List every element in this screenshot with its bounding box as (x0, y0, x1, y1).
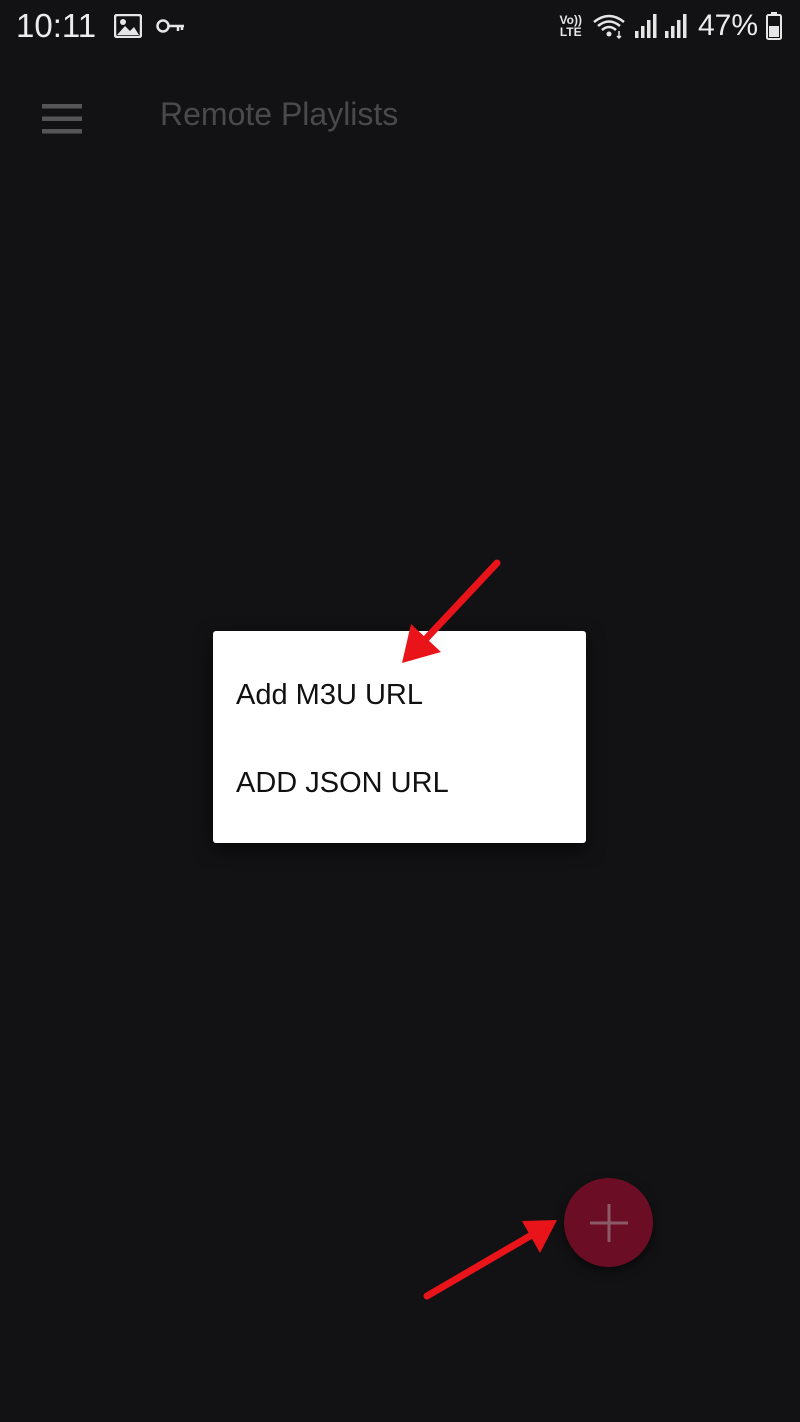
add-fab-button[interactable] (564, 1178, 653, 1267)
battery-icon (766, 12, 782, 40)
signal-icon-2 (664, 13, 688, 39)
wifi-icon (592, 13, 626, 39)
vpn-key-icon (156, 17, 186, 35)
status-left: 10:11 (16, 7, 200, 45)
plus-icon (589, 1203, 628, 1242)
page-title: Remote Playlists (160, 96, 399, 132)
volte-label-bottom: LTE (559, 25, 582, 39)
signal-icon (634, 13, 658, 39)
battery-percent: 47% (697, 9, 758, 42)
menu-item-add-json-url[interactable]: ADD JSON URL (213, 739, 586, 827)
status-time: 10:11 (16, 7, 97, 44)
status-bar: 10:11 Vo)) LTE 47% (0, 0, 800, 52)
volte-indicator: Vo)) LTE (560, 14, 582, 38)
add-url-popup-menu: Add M3U URL ADD JSON URL (213, 631, 586, 843)
hamburger-menu-button[interactable] (34, 94, 90, 144)
status-right: Vo)) LTE 47% (560, 9, 782, 43)
annotation-arrow-fab (423, 1220, 557, 1300)
app-bar: Remote Playlists (0, 60, 800, 176)
menu-item-add-m3u-url[interactable]: Add M3U URL (213, 651, 586, 739)
hamburger-menu-icon (42, 104, 82, 134)
screen: 10:11 Vo)) LTE 47% Remote Playlists Add … (0, 0, 800, 1422)
image-icon (114, 14, 143, 38)
